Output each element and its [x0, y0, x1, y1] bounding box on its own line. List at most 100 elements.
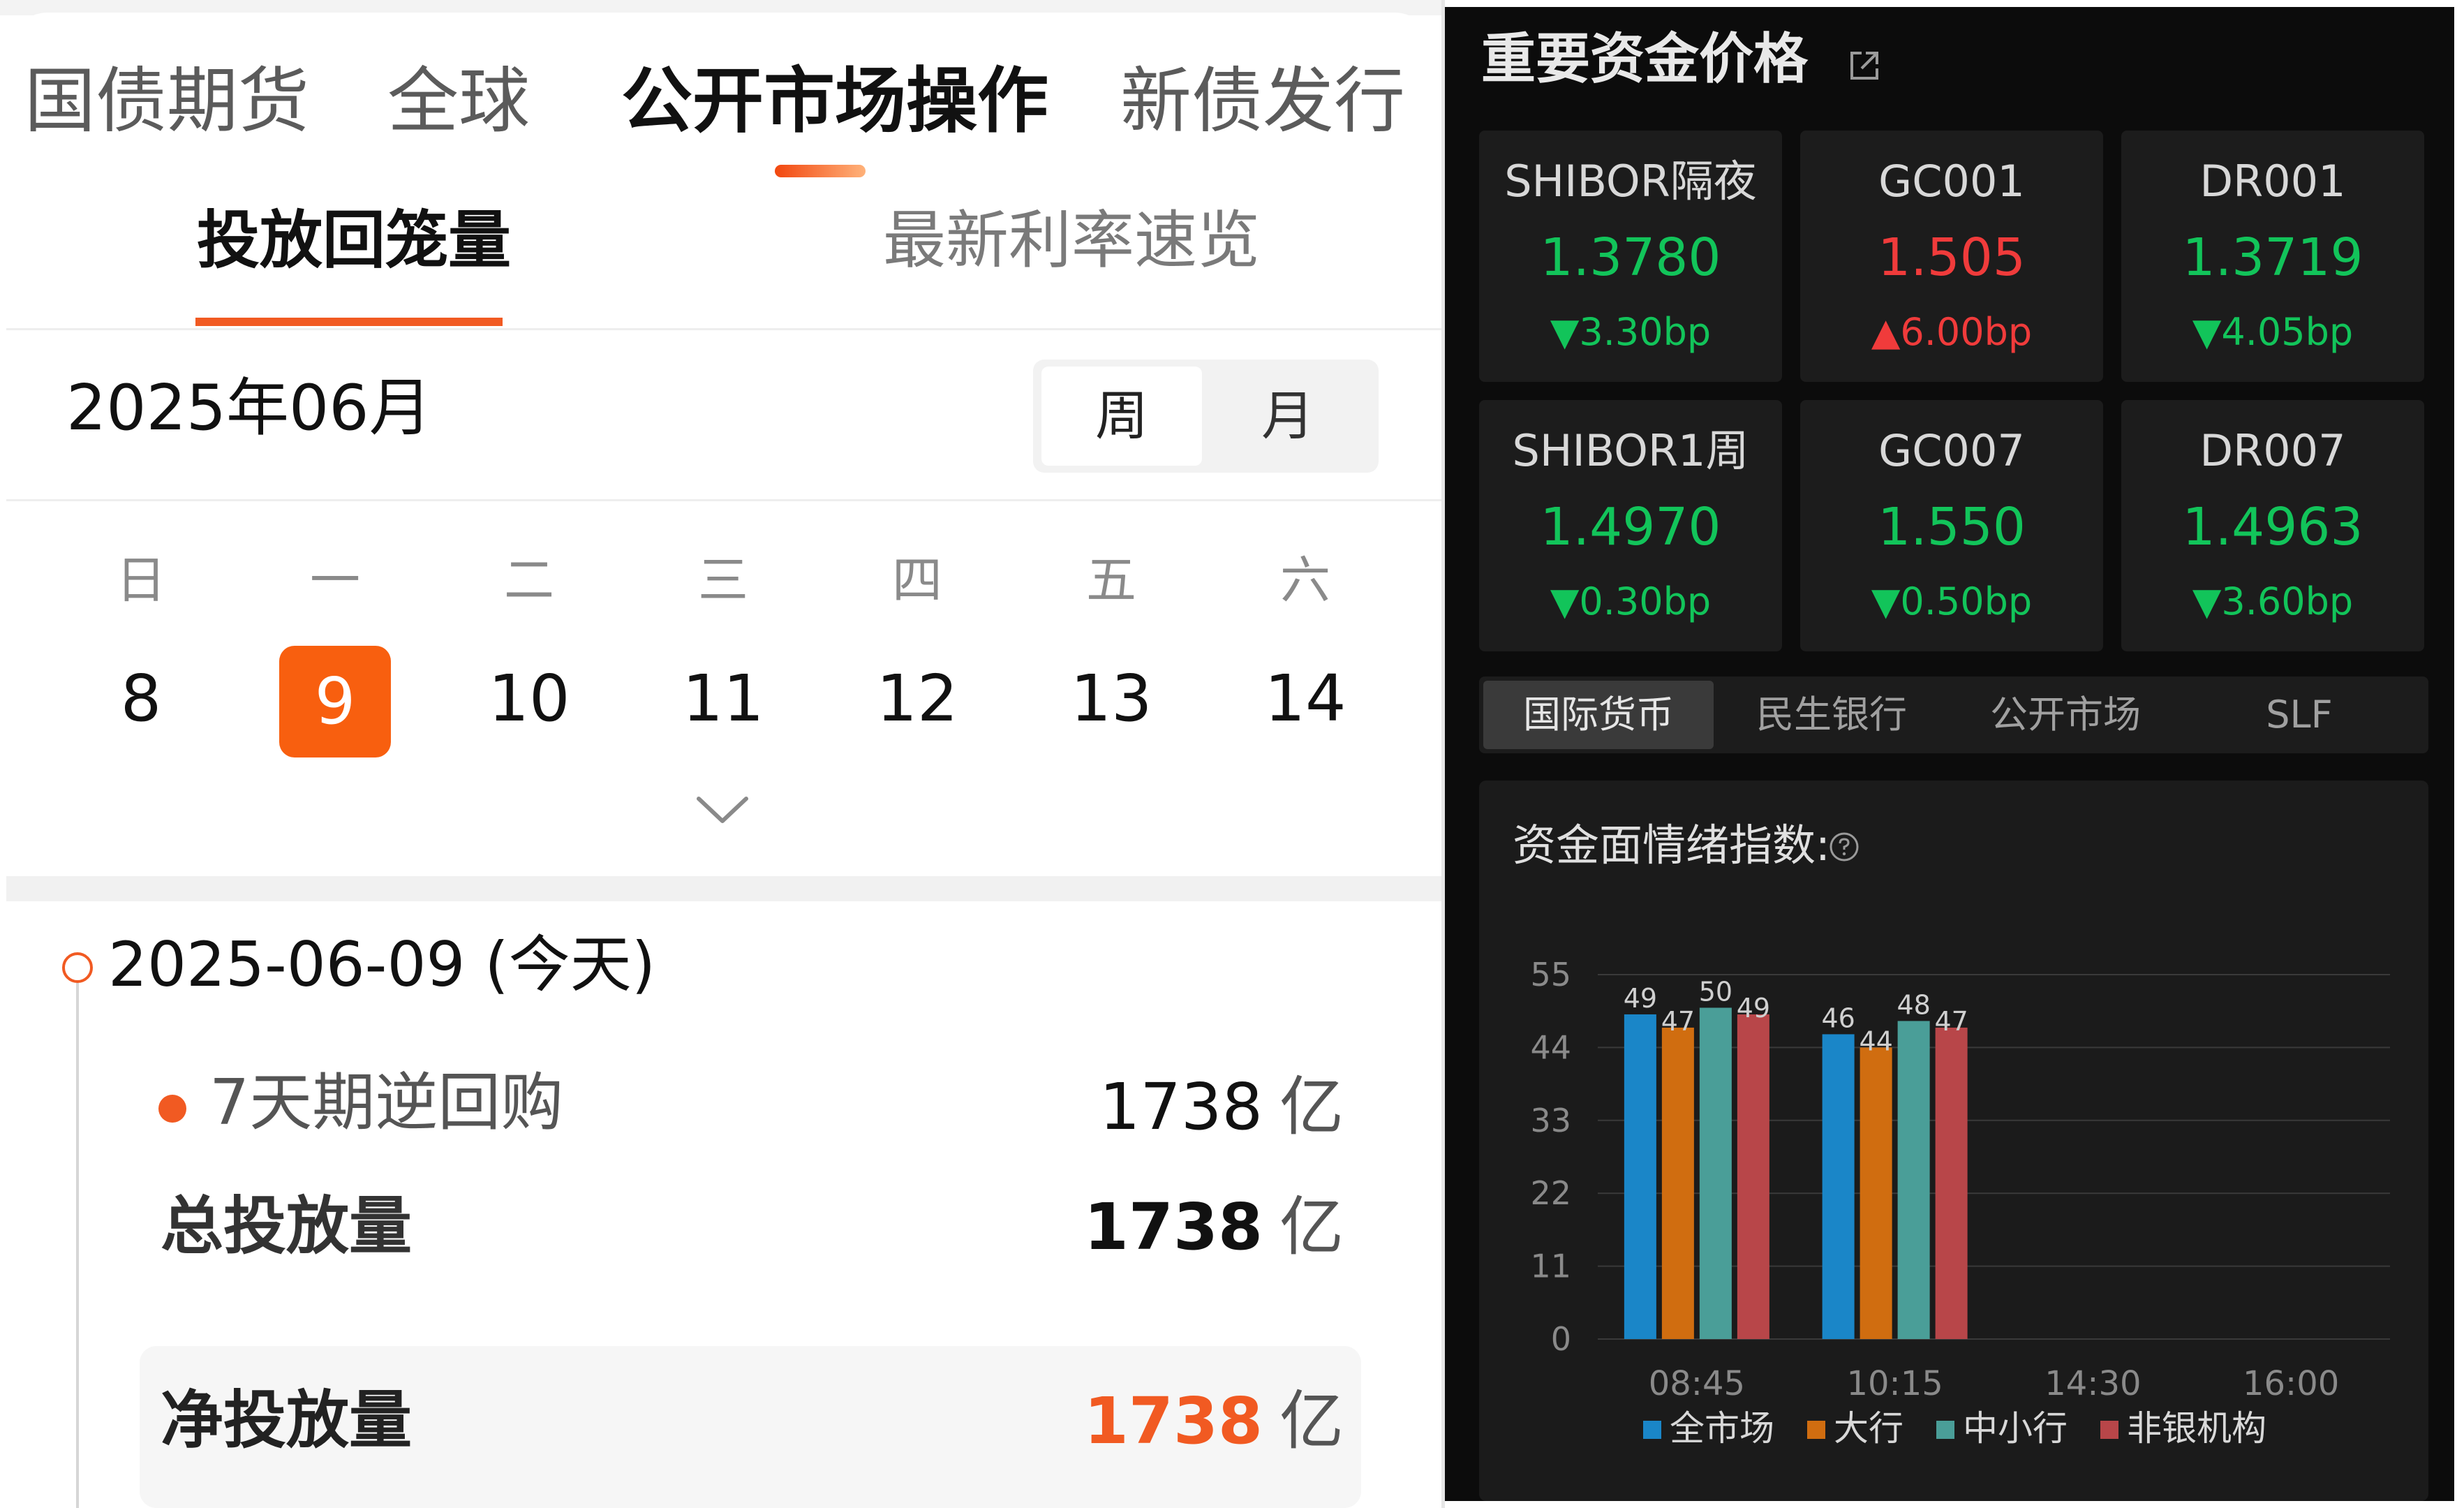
rate-name: DR001	[2199, 156, 2346, 207]
legend-label: 非银机构	[2127, 1408, 2266, 1449]
net-injection-label: 净投放量	[161, 1384, 412, 1457]
active-tab-indicator	[775, 165, 866, 177]
x-tick-label: 14:30	[2044, 1364, 2141, 1403]
tab-international-currency[interactable]: 国际货币	[1483, 681, 1714, 749]
down-arrow-icon: ▼	[2192, 579, 2222, 623]
rate-change-value: 4.05bp	[2221, 310, 2354, 354]
rate-change-value: 0.30bp	[1579, 579, 1712, 623]
tab-global[interactable]: 全球	[387, 66, 530, 138]
rate-change: ▼3.60bp	[2121, 583, 2424, 621]
net-injection-value: 1738 亿	[1084, 1389, 1344, 1454]
unit: 亿	[1279, 1384, 1344, 1458]
calendar-day[interactable]: 10	[473, 667, 585, 731]
y-tick-label: 33	[1530, 1102, 1571, 1139]
rate-change-value: 3.30bp	[1579, 310, 1712, 354]
bar	[1935, 1027, 1968, 1339]
divider	[6, 499, 1441, 501]
legend-label: 大行	[1834, 1408, 1903, 1449]
y-tick-label: 44	[1530, 1028, 1571, 1066]
tab-open-market-operations[interactable]: 公开市场操作	[621, 66, 1048, 138]
weekday-thu: 四	[891, 551, 942, 609]
rate-card[interactable]: GC007 1.550 ▼0.50bp	[1800, 400, 2103, 651]
edge-strip	[1445, 1501, 2464, 1508]
total-injection-label: 总投放量	[161, 1190, 412, 1263]
legend-swatch	[1936, 1421, 1954, 1439]
tab-open-market[interactable]: 公开市场	[1950, 677, 2181, 753]
amount: 1738	[1083, 1384, 1263, 1458]
rate-change: ▼3.30bp	[1479, 313, 1782, 351]
rate-value: 1.550	[1878, 497, 2026, 557]
data-label: 50	[1699, 976, 1732, 1007]
rate-value: 1.4963	[2182, 497, 2363, 557]
rate-card[interactable]: SHIBOR隔夜 1.3780 ▼3.30bp	[1479, 131, 1782, 382]
y-tick-label: 22	[1530, 1174, 1571, 1212]
calendar-day-selected[interactable]: 9	[279, 646, 391, 757]
bullet-icon	[158, 1095, 186, 1123]
tab-slf[interactable]: SLF	[2184, 677, 2414, 753]
subtab-injection-withdrawal[interactable]: 投放回笼量	[197, 209, 511, 272]
data-label: 48	[1897, 989, 1930, 1020]
y-tick-label: 0	[1551, 1320, 1571, 1358]
weekday-sun: 日	[115, 551, 166, 609]
rate-change-value: 0.50bp	[1900, 579, 2033, 623]
calendar-day[interactable]: 14	[1249, 667, 1361, 731]
timeline-line	[76, 983, 79, 1508]
down-arrow-icon: ▼	[2192, 310, 2222, 354]
subtab-latest-rates[interactable]: 最新利率速览	[883, 209, 1260, 272]
y-tick-label: 11	[1530, 1248, 1571, 1285]
week-month-toggle: 周 月	[1033, 360, 1379, 473]
rate-name: DR007	[2199, 425, 2346, 476]
calendar-day[interactable]: 12	[861, 667, 973, 731]
down-arrow-icon: ▼	[1550, 310, 1580, 354]
sentiment-bar-chart: 0112233445508:454947504910:154644484714:…	[1530, 956, 2390, 1449]
rate-change: ▼0.50bp	[1800, 583, 2103, 621]
total-injection-value: 1738 亿	[1084, 1195, 1344, 1259]
unit: 亿	[1279, 1070, 1344, 1144]
bar	[1822, 1034, 1855, 1339]
legend-swatch	[1643, 1421, 1661, 1439]
share-icon[interactable]	[1846, 47, 1883, 84]
amount: 1738	[1083, 1190, 1263, 1264]
chevron-down-icon[interactable]	[695, 789, 750, 831]
down-arrow-icon: ▼	[1871, 579, 1901, 623]
data-label: 49	[1624, 983, 1657, 1014]
money-market-panel: 重要资金价格 SHIBOR隔夜 1.3780 ▼3.30bp GC001 1.5…	[1445, 0, 2464, 1508]
x-tick-label: 16:00	[2243, 1364, 2339, 1403]
calendar-day[interactable]: 8	[85, 667, 197, 731]
edge-strip	[2454, 0, 2464, 1508]
data-label: 49	[1737, 993, 1770, 1023]
rate-change-value: 3.60bp	[2221, 579, 2354, 623]
sentiment-chart-card: 资金面情绪指数: 0 11 22 33 44 55 08:45 49 47 50 49 10:15 46…	[1479, 781, 2428, 1501]
bar	[1897, 1021, 1930, 1339]
data-label: 46	[1821, 1003, 1855, 1033]
rate-card[interactable]: DR007 1.4963 ▼3.60bp	[2121, 400, 2424, 651]
week-view-button[interactable]: 周	[1041, 367, 1202, 466]
rate-card[interactable]: SHIBOR1周 1.4970 ▼0.30bp	[1479, 400, 1782, 651]
x-tick-label: 10:15	[1846, 1364, 1943, 1403]
rate-change: ▼4.05bp	[2121, 313, 2424, 351]
weekday-tue: 二	[503, 551, 554, 609]
amount: 1738	[1099, 1070, 1263, 1144]
calendar-day[interactable]: 13	[1055, 667, 1167, 731]
month-view-button[interactable]: 月	[1208, 367, 1368, 466]
tab-treasury-futures[interactable]: 国债期货	[24, 66, 309, 138]
unit: 亿	[1279, 1190, 1344, 1264]
rate-change: ▼0.30bp	[1479, 583, 1782, 621]
tab-minsheng-bank[interactable]: 民生银行	[1716, 677, 1947, 753]
reverse-repo-label: 7天期逆回购	[209, 1066, 564, 1139]
x-tick-label: 08:45	[1649, 1364, 1745, 1403]
calendar-day[interactable]: 11	[667, 667, 779, 731]
open-market-panel: 国债期货 全球 公开市场操作 新债发行 投放回笼量 最新利率速览 2025年06…	[0, 0, 1441, 1508]
rate-name: SHIBOR隔夜	[1504, 156, 1757, 207]
month-label[interactable]: 2025年06月	[66, 377, 432, 440]
rate-card[interactable]: GC001 1.505 ▲6.00bp	[1800, 131, 2103, 382]
legend-swatch	[1807, 1421, 1825, 1439]
weekday-mon: 一	[309, 551, 360, 609]
rate-change-value: 6.00bp	[1900, 310, 2033, 354]
data-label: 44	[1859, 1026, 1892, 1056]
tab-new-bond-issuance[interactable]: 新债发行	[1120, 66, 1405, 138]
rate-card[interactable]: DR001 1.3719 ▼4.05bp	[2121, 131, 2424, 382]
bar	[1661, 1027, 1694, 1339]
weekday-fri: 五	[1085, 551, 1136, 609]
bar	[1860, 1047, 1892, 1339]
